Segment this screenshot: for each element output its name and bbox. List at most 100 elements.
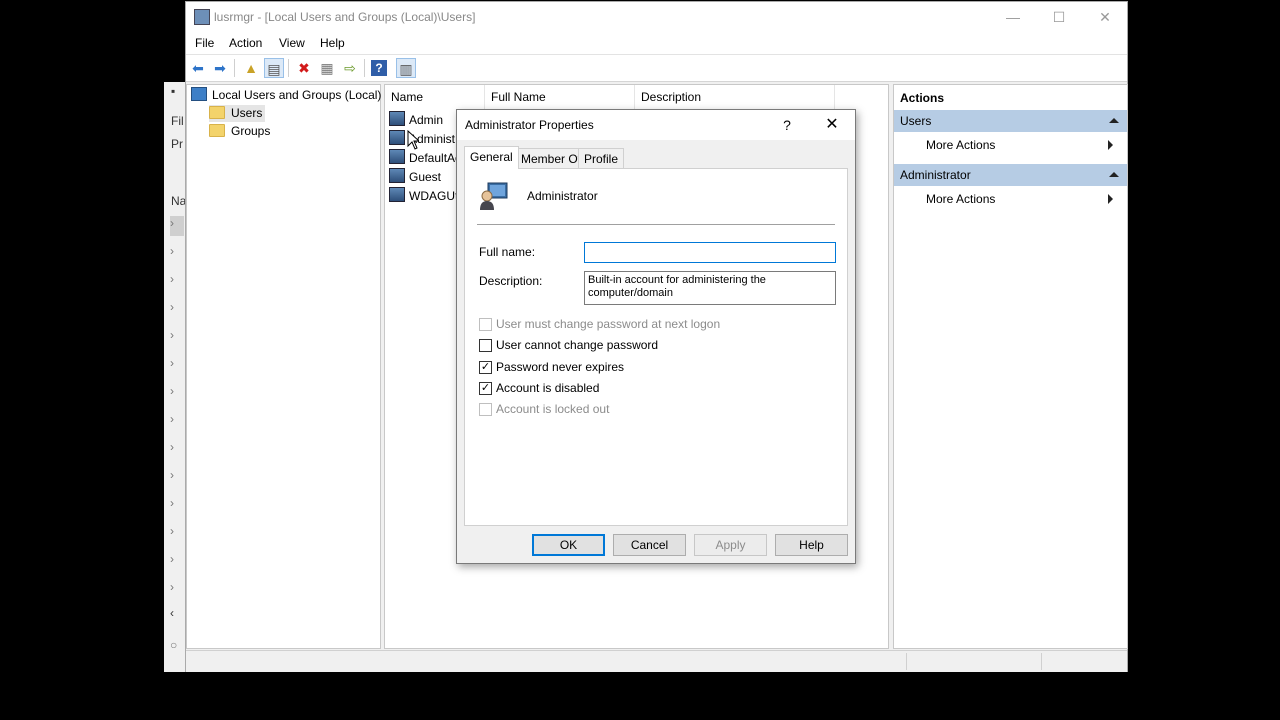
list-item[interactable]: Guest — [389, 168, 441, 187]
background-window: ▪ Fil Pr Na › › › › › › › › › › › › › › … — [164, 82, 187, 672]
chevron-right-icon[interactable]: › — [170, 468, 184, 488]
chevron-right-icon[interactable]: › — [170, 412, 184, 432]
help-icon[interactable]: ? — [371, 60, 387, 76]
user-icon — [389, 187, 405, 202]
collapse-icon[interactable] — [1109, 118, 1119, 123]
back-icon[interactable]: ⬅ — [188, 58, 208, 78]
column-full-name[interactable]: Full Name — [485, 85, 635, 109]
section-title: Administrator — [900, 168, 971, 182]
circle-icon: ○ — [170, 638, 178, 652]
tab-profile[interactable]: Profile — [578, 148, 625, 168]
chevron-right-icon[interactable]: › — [170, 328, 184, 348]
list-item[interactable]: DefaultAc — [389, 149, 461, 168]
cancel-button[interactable]: Cancel — [613, 534, 686, 556]
chevron-right-icon[interactable]: › — [170, 496, 184, 516]
status-bar — [186, 650, 1127, 672]
toolbar-separator — [234, 59, 235, 77]
section-title: Users — [900, 114, 932, 128]
tree-item-label: Users — [231, 106, 263, 120]
chevron-right-icon[interactable]: › — [170, 272, 184, 292]
menu-view[interactable]: View — [279, 36, 305, 50]
title-bar[interactable]: lusrmgr - [Local Users and Groups (Local… — [186, 2, 1127, 32]
tab-member-of[interactable]: Member Of — [515, 148, 588, 168]
checkbox-box[interactable] — [479, 403, 492, 416]
mouse-cursor-icon — [407, 130, 419, 150]
maximize-button[interactable]: ☐ — [1036, 2, 1082, 32]
dialog-title: Administrator Properties — [465, 118, 594, 132]
tab-general[interactable]: General — [464, 146, 519, 169]
tree-item-groups[interactable]: Groups — [209, 123, 270, 140]
show-hide-tree-icon[interactable]: ▤ — [264, 58, 284, 78]
list-item[interactable]: Admin — [389, 111, 443, 130]
tree-root[interactable]: Local Users and Groups (Local) — [191, 87, 381, 104]
forward-icon[interactable]: ➡ — [210, 58, 230, 78]
chevron-right-icon[interactable]: › — [170, 440, 184, 460]
list-item[interactable]: Administ — [389, 130, 455, 149]
chevron-right-icon[interactable]: › — [170, 300, 184, 320]
up-folder-icon[interactable]: ▲ — [241, 58, 261, 78]
console-tree: Local Users and Groups (Local) Users Gro… — [186, 84, 381, 649]
tree-item-users[interactable]: Users — [209, 105, 266, 122]
general-tab-panel: Administrator Full name: Description: Bu… — [464, 168, 848, 526]
more-actions-administrator[interactable]: More Actions — [926, 189, 1121, 209]
column-name[interactable]: Name — [385, 85, 485, 109]
apply-button[interactable]: Apply — [694, 534, 767, 556]
menu-help[interactable]: Help — [320, 36, 345, 50]
description-field[interactable]: Built-in account for administering the c… — [584, 271, 836, 305]
actions-pane: Actions Users More Actions Administrator… — [893, 84, 1128, 649]
toolbar: ⬅ ➡ ▲ ▤ ✖ ▦ ⇨ ? ▥ — [186, 54, 1127, 82]
more-actions-users[interactable]: More Actions — [926, 135, 1121, 155]
checkbox-box[interactable]: ✓ — [479, 361, 492, 374]
list-item-label: DefaultAc — [409, 151, 462, 165]
scroll-left-icon[interactable]: ‹ — [170, 606, 184, 626]
actions-header: Actions — [900, 91, 945, 105]
collapse-icon[interactable] — [1109, 172, 1119, 177]
folder-icon — [209, 124, 225, 137]
chevron-right-icon[interactable]: › — [170, 216, 184, 236]
list-item-label: WDAGUti — [409, 189, 461, 203]
menu-file[interactable]: File — [195, 36, 214, 50]
full-name-field[interactable] — [584, 242, 836, 263]
computer-icon — [191, 87, 207, 101]
user-icon — [389, 168, 405, 183]
description-label: Description: — [479, 274, 543, 288]
checkbox-box[interactable] — [479, 339, 492, 352]
dialog-help-button[interactable]: ? — [767, 110, 807, 140]
list-item-label: Guest — [409, 170, 442, 184]
delete-icon[interactable]: ✖ — [294, 58, 314, 78]
list-item-label: Admin — [409, 113, 444, 127]
background-fragment-2: Pr — [171, 137, 183, 151]
list-item[interactable]: WDAGUti — [389, 187, 461, 206]
action-pane-icon[interactable]: ▥ — [396, 58, 416, 78]
close-button[interactable]: ✕ — [1082, 2, 1128, 32]
column-description[interactable]: Description — [635, 85, 835, 109]
properties-dialog: Administrator Properties ? ✕ General Mem… — [456, 109, 856, 564]
checkbox-box[interactable] — [479, 318, 492, 331]
actions-section-users[interactable]: Users — [894, 110, 1127, 132]
computer-icon: ▪ — [171, 84, 176, 98]
chevron-right-icon[interactable]: › — [170, 244, 184, 264]
menu-action[interactable]: Action — [229, 36, 262, 50]
actions-section-administrator[interactable]: Administrator — [894, 164, 1127, 186]
toolbar-separator — [364, 59, 365, 77]
tree-root-label: Local Users and Groups (Local) — [212, 88, 382, 102]
submenu-arrow-icon — [1108, 194, 1113, 204]
window-title: lusrmgr - [Local Users and Groups (Local… — [214, 10, 476, 24]
checkbox-box[interactable]: ✓ — [479, 382, 492, 395]
checkbox-label: Account is locked out — [496, 402, 610, 416]
toolbar-separator — [288, 59, 289, 77]
dialog-close-button[interactable]: ✕ — [812, 110, 852, 140]
export-icon[interactable]: ⇨ — [340, 58, 360, 78]
account-username: Administrator — [527, 189, 598, 203]
dialog-title-bar[interactable]: Administrator Properties ? ✕ — [457, 110, 855, 140]
properties-icon[interactable]: ▦ — [317, 58, 337, 78]
help-button[interactable]: Help — [775, 534, 848, 556]
chevron-right-icon[interactable]: › — [170, 384, 184, 404]
chevron-right-icon[interactable]: › — [170, 524, 184, 544]
minimize-button[interactable]: — — [990, 2, 1036, 32]
chevron-right-icon[interactable]: › — [170, 552, 184, 572]
chevron-right-icon[interactable]: › — [170, 356, 184, 376]
ok-button[interactable]: OK — [532, 534, 605, 556]
user-icon — [389, 111, 405, 126]
chevron-right-icon[interactable]: › — [170, 580, 184, 600]
